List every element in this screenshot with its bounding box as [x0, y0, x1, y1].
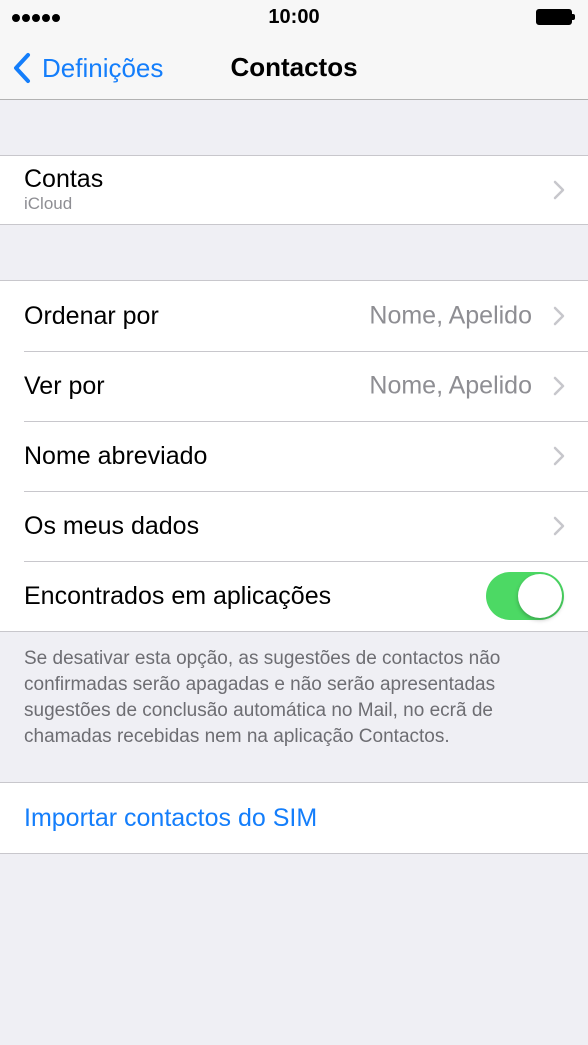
- accounts-row[interactable]: Contas iCloud: [0, 156, 588, 224]
- my-info-label: Os meus dados: [24, 511, 200, 540]
- display-order-row[interactable]: Ver por Nome, Apelido: [0, 351, 588, 421]
- import-sim-row[interactable]: Importar contactos do SIM: [0, 783, 588, 853]
- found-in-apps-toggle[interactable]: [486, 572, 564, 620]
- status-bar: 10:00: [0, 0, 588, 36]
- short-name-row[interactable]: Nome abreviado: [0, 421, 588, 491]
- found-in-apps-label: Encontrados em aplicações: [24, 581, 332, 610]
- sort-order-row[interactable]: Ordenar por Nome, Apelido: [0, 281, 588, 351]
- accounts-label: Contas: [24, 165, 104, 193]
- contacts-settings-group: Ordenar por Nome, Apelido Ver por Nome, …: [0, 280, 588, 632]
- sort-order-label: Ordenar por: [24, 301, 159, 330]
- accounts-subtitle: iCloud: [24, 194, 73, 213]
- display-order-label: Ver por: [24, 371, 105, 400]
- chevron-right-icon: [553, 516, 565, 536]
- chevron-right-icon: [553, 446, 565, 466]
- navigation-bar: Definições Contactos: [0, 36, 588, 100]
- display-order-value: Nome, Apelido: [369, 371, 532, 400]
- chevron-right-icon: [553, 306, 565, 326]
- chevron-right-icon: [553, 376, 565, 396]
- short-name-label: Nome abreviado: [24, 441, 208, 470]
- battery-full-icon: [536, 9, 575, 25]
- chevron-right-icon: [553, 180, 565, 200]
- found-in-apps-row: Encontrados em aplicações: [0, 561, 588, 631]
- import-group: Importar contactos do SIM: [0, 782, 588, 854]
- accounts-group: Contas iCloud: [0, 155, 588, 225]
- found-in-apps-footer-note: Se desativar esta opção, as sugestões de…: [24, 648, 501, 747]
- sort-order-value: Nome, Apelido: [369, 301, 532, 330]
- page-title: Contactos: [230, 52, 358, 82]
- import-sim-link[interactable]: Importar contactos do SIM: [24, 804, 317, 833]
- status-time: 10:00: [268, 6, 320, 28]
- my-info-row[interactable]: Os meus dados: [0, 491, 588, 561]
- toggle-knob: [518, 574, 562, 618]
